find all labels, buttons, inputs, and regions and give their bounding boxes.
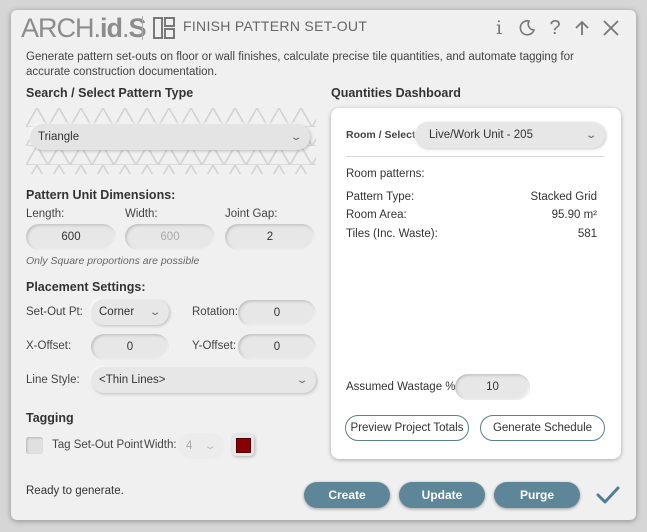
update-button[interactable]: Update: [399, 482, 485, 508]
chevron-down-icon: ⌄: [295, 374, 309, 386]
setout-point-value: Corner: [99, 306, 135, 318]
length-input[interactable]: 600: [26, 224, 116, 250]
layout-grid-icon: [153, 17, 175, 39]
rotation-input[interactable]: 0: [238, 300, 316, 326]
placement-section-label: Placement Settings:: [26, 280, 146, 294]
tiles-value: 581: [577, 228, 597, 240]
tag-color-swatch[interactable]: [232, 434, 254, 456]
header-divider: [142, 16, 143, 40]
tag-width-select: 4 ⌄: [178, 433, 224, 459]
wastage-input[interactable]: 10: [455, 374, 530, 400]
info-icon: i: [495, 17, 503, 39]
length-label: Length:: [26, 208, 65, 220]
room-area-value: 95.90 m²: [551, 209, 597, 221]
help-button[interactable]: ?: [544, 17, 566, 39]
wastage-label: Assumed Wastage %:: [346, 381, 459, 393]
theme-toggle-button[interactable]: [516, 17, 538, 39]
joint-gap-input[interactable]: 2: [225, 224, 315, 250]
collapse-button[interactable]: [571, 17, 593, 39]
chevron-down-icon: ⌄: [289, 131, 303, 143]
info-button[interactable]: i: [488, 17, 510, 39]
status-text: Ready to generate.: [26, 485, 124, 497]
app-window: ARCH. id. S FINISH PATTERN SET-OUT i ? Gen…: [11, 10, 636, 520]
linestyle-label: Line Style:: [26, 374, 80, 386]
room-area-label: Room Area:: [346, 209, 407, 221]
room-patterns-label: Room patterns:: [346, 168, 425, 180]
confirm-button[interactable]: [596, 484, 620, 506]
archids-logo: ARCH. id. S: [21, 12, 147, 43]
yoffset-label: Y-Offset:: [192, 340, 237, 352]
line-style-select[interactable]: <Thin Lines> ⌄: [91, 367, 316, 393]
tag-width-value: 4: [186, 440, 193, 452]
generate-schedule-button[interactable]: Generate Schedule: [480, 415, 605, 441]
setout-point-select[interactable]: Corner ⌄: [91, 299, 169, 325]
tag-setout-checkbox[interactable]: [26, 437, 43, 454]
tag-color-fill: [235, 437, 251, 453]
checkmark-icon: [596, 486, 620, 504]
rotation-label: Rotation:: [192, 306, 239, 318]
room-select-value: Live/Work Unit - 205: [429, 129, 533, 141]
logo-id: id: [100, 12, 123, 43]
chevron-down-icon: ⌄: [148, 306, 162, 318]
width-input: 600: [125, 224, 215, 250]
pattern-type-value: Stacked Grid: [530, 191, 597, 203]
room-select-label: Room / Select: [346, 129, 416, 141]
preview-project-totals-button[interactable]: Preview Project Totals: [345, 415, 469, 441]
purge-button[interactable]: Purge: [494, 482, 580, 508]
line-style-value: <Thin Lines>: [99, 374, 166, 386]
pattern-section-label: Search / Select Pattern Type: [26, 86, 194, 100]
proportion-note: Only Square proportions are possible: [26, 255, 200, 267]
pattern-type-value: Triangle: [38, 131, 80, 143]
tag-width-label: Width:: [144, 439, 177, 451]
yoffset-input[interactable]: 0: [238, 334, 316, 360]
close-button[interactable]: [600, 17, 622, 39]
tag-setout-label: Tag Set-Out Point: [52, 439, 143, 451]
joint-gap-label: Joint Gap:: [225, 208, 278, 220]
chevron-down-icon: ⌄: [584, 129, 598, 141]
setout-label: Set-Out Pt:: [26, 306, 83, 318]
chevron-down-icon: ⌄: [203, 440, 217, 452]
width-label: Width:: [125, 208, 158, 220]
tiles-label: Tiles (Inc. Waste):: [346, 228, 438, 240]
xoffset-input[interactable]: 0: [91, 334, 169, 360]
pattern-preview: Triangle ⌄: [26, 108, 316, 174]
logo-arch: ARCH: [21, 12, 95, 43]
pattern-type-label: Pattern Type:: [346, 191, 415, 203]
quantities-dashboard: Room / Select Live/Work Unit - 205 ⌄ Roo…: [331, 108, 621, 459]
description-text: Generate pattern set-outs on floor or wa…: [26, 51, 574, 78]
window-title: FINISH PATTERN SET-OUT: [183, 18, 368, 34]
dashboard-section-label: Quantities Dashboard: [331, 86, 461, 100]
room-select[interactable]: Live/Work Unit - 205 ⌄: [415, 122, 605, 148]
logo-s: S: [128, 12, 147, 43]
close-icon: [603, 20, 619, 36]
help-icon: ?: [549, 16, 561, 39]
create-button[interactable]: Create: [304, 482, 390, 508]
pattern-type-select[interactable]: Triangle ⌄: [30, 124, 310, 150]
moon-icon: [519, 20, 536, 36]
arrow-up-icon: [575, 20, 589, 35]
dashboard-divider: [346, 156, 604, 157]
xoffset-label: X-Offset:: [26, 340, 72, 352]
tagging-section-label: Tagging: [26, 411, 74, 425]
dimensions-section-label: Pattern Unit Dimensions:: [26, 188, 176, 202]
